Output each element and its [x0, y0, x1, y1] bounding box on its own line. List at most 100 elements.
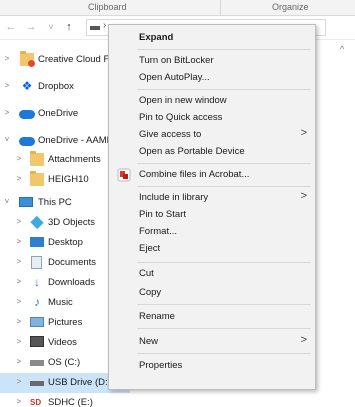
menu-item-label: Eject	[139, 243, 161, 254]
address-chevron-icon[interactable]: ›	[103, 20, 106, 31]
tree-item-label: OneDrive - AAMP	[38, 135, 113, 146]
onedrive-cloud-icon	[19, 110, 35, 119]
menu-item-label: Open as Portable Device	[139, 146, 245, 157]
menu-item-open-as-portable-device[interactable]: Open as Portable Device	[111, 143, 313, 161]
menu-item-label: Open AutoPlay...	[139, 72, 210, 83]
expand-chevron-icon[interactable]: >	[14, 154, 24, 163]
expand-chevron-icon[interactable]: >	[14, 257, 24, 266]
drive-icon	[90, 26, 100, 30]
tree-item-label: Music	[48, 297, 73, 308]
expand-chevron-icon[interactable]: >	[14, 297, 24, 306]
folder-icon	[30, 171, 44, 186]
menu-separator	[137, 328, 311, 329]
menu-item-label: Expand	[139, 32, 174, 43]
menu-item-label: Pin to Quick access	[139, 112, 223, 123]
recent-locations-chevron-icon[interactable]: ˅	[44, 20, 58, 34]
tree-item-label: Downloads	[48, 277, 95, 288]
menu-separator	[137, 186, 311, 187]
menu-item-label: Combine files in Acrobat...	[139, 169, 250, 180]
menu-item-label: New	[139, 336, 159, 347]
menu-item-label: Turn on BitLocker	[139, 55, 214, 66]
menu-item-label: Format...	[139, 226, 178, 237]
expand-chevron-icon[interactable]: >	[2, 54, 12, 63]
expand-chevron-icon[interactable]: >	[14, 357, 24, 366]
creative-cloud-folder-icon	[20, 51, 35, 67]
tree-item-label: Desktop	[48, 237, 83, 248]
menu-item-label: Properties	[139, 360, 183, 371]
os-drive-icon	[30, 360, 44, 366]
desktop-icon	[30, 237, 44, 247]
submenu-arrow-icon: >	[300, 334, 307, 346]
menu-separator	[137, 89, 311, 90]
collapse-chevron-icon[interactable]: ˅	[2, 197, 12, 206]
expand-chevron-icon[interactable]: >	[14, 377, 24, 386]
tree-item-label: Videos	[48, 337, 77, 348]
back-arrow-icon[interactable]: ←	[4, 20, 18, 34]
forward-arrow-icon[interactable]: →	[24, 20, 38, 34]
up-arrow-icon[interactable]: ↑	[62, 20, 76, 34]
tree-item-label: Pictures	[48, 317, 83, 328]
expand-chevron-icon[interactable]: >	[14, 317, 24, 326]
tree-item-label: USB Drive (D:)	[48, 377, 111, 388]
menu-item-properties[interactable]: Properties	[111, 357, 313, 375]
menu-item-new[interactable]: New >	[111, 333, 313, 351]
downloads-icon: ↓	[34, 275, 40, 289]
menu-item-label: Copy	[139, 287, 162, 298]
menu-item-cut[interactable]: Cut	[111, 265, 313, 283]
this-pc-icon	[19, 197, 33, 207]
menu-item-open-autoplay[interactable]: Open AutoPlay...	[111, 69, 313, 87]
tree-item-sdhc[interactable]: > SD SDHC (E:)	[0, 393, 130, 407]
menu-item-format[interactable]: Format...	[111, 223, 313, 241]
expand-chevron-icon[interactable]: >	[2, 108, 12, 117]
expand-chevron-icon[interactable]: >	[14, 237, 24, 246]
menu-item-include-in-library[interactable]: Include in library >	[111, 189, 313, 207]
expand-chevron-icon[interactable]: >	[14, 174, 24, 183]
menu-separator	[137, 353, 311, 354]
tree-item-label: OneDrive	[38, 108, 79, 119]
menu-item-copy[interactable]: Copy	[111, 284, 313, 302]
menu-separator	[137, 304, 311, 305]
tree-item-label: This PC	[38, 197, 72, 208]
tree-item-label: 3D Objects	[48, 217, 95, 228]
menu-item-turn-on-bitlocker[interactable]: Turn on BitLocker	[111, 52, 313, 70]
menu-item-pin-to-start[interactable]: Pin to Start	[111, 206, 313, 224]
menu-item-label: Open in new window	[139, 95, 227, 106]
usb-drive-icon	[30, 381, 44, 386]
menu-item-rename[interactable]: Rename	[111, 308, 313, 326]
expand-chevron-icon[interactable]: >	[14, 277, 24, 286]
tree-item-label: Attachments	[48, 154, 101, 165]
ribbon-divider	[220, 0, 221, 16]
collapse-chevron-icon[interactable]: ˅	[2, 135, 12, 144]
tree-item-label: Dropbox	[38, 81, 74, 92]
expand-chevron-icon[interactable]: >	[2, 81, 12, 90]
tree-item-label: Creative Cloud Fi	[38, 54, 112, 65]
pictures-icon	[30, 317, 44, 327]
menu-item-give-access-to[interactable]: Give access to >	[111, 126, 313, 144]
menu-item-open-in-new-window[interactable]: Open in new window	[111, 92, 313, 110]
documents-icon	[31, 256, 42, 269]
menu-separator	[137, 163, 311, 164]
context-menu: Expand Turn on BitLocker Open AutoPlay..…	[108, 24, 316, 390]
expand-chevron-icon[interactable]: >	[14, 397, 24, 406]
dropbox-icon: ❖	[21, 79, 33, 93]
menu-item-label: Pin to Start	[139, 209, 186, 220]
onedrive-cloud-icon	[19, 137, 35, 146]
acrobat-icon	[117, 168, 131, 182]
ribbon-group-organize: Organize	[272, 2, 309, 12]
menu-item-expand[interactable]: Expand	[111, 29, 313, 47]
menu-separator	[137, 262, 311, 263]
tree-item-label: Documents	[48, 257, 97, 268]
folder-icon	[30, 151, 44, 166]
expand-chevron-icon[interactable]: >	[14, 337, 24, 346]
menu-item-eject[interactable]: Eject	[111, 240, 313, 258]
menu-item-pin-to-quick-access[interactable]: Pin to Quick access	[111, 109, 313, 127]
menu-item-label: Cut	[139, 268, 154, 279]
menu-separator	[137, 49, 311, 50]
expand-chevron-icon[interactable]: >	[14, 217, 24, 226]
ribbon-group-clipboard: Clipboard	[88, 2, 127, 12]
ribbon-group-labels: Clipboard Organize	[0, 0, 355, 16]
menu-item-combine-files-in-acrobat[interactable]: Combine files in Acrobat...	[111, 166, 313, 184]
tree-item-label: HEIGH10	[48, 174, 89, 185]
tree-item-label: OS (C:)	[48, 357, 81, 368]
menu-item-label: Give access to	[139, 129, 202, 140]
